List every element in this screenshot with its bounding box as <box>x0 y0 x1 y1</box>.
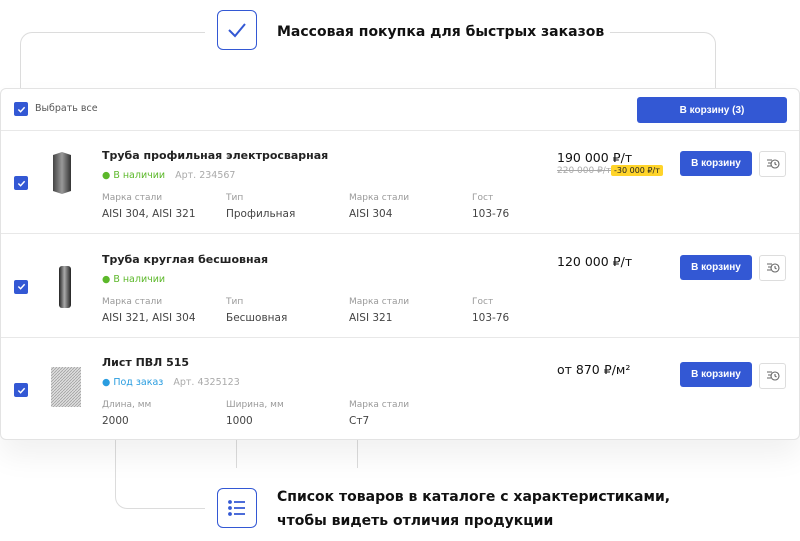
old-price: 220 000 ₽/т <box>557 166 612 176</box>
history-icon <box>766 159 780 169</box>
spec-label: Длина, мм <box>102 400 152 410</box>
article-number: Арт. 4325123 <box>173 377 240 388</box>
spec-value: AISI 321 <box>349 311 393 324</box>
select-all-checkbox[interactable] <box>14 102 28 116</box>
spec-label: Марка стали <box>349 296 410 307</box>
spec-label: Марка стали <box>102 296 163 307</box>
bottom-callout-line2: чтобы видеть отличия продукции <box>277 513 554 529</box>
product-row: Труба профильная электросварная ● В нали… <box>1 131 799 234</box>
product-title[interactable]: Лист ПВЛ 515 <box>102 356 189 369</box>
spec-label: Гост <box>472 193 494 203</box>
product-row: Труба круглая бесшовная ● В наличии Марка… <box>1 235 799 338</box>
spec-label: Тип <box>226 193 244 203</box>
product-checkbox[interactable] <box>14 176 28 190</box>
product-image[interactable] <box>58 265 72 313</box>
spec-value: Профильная <box>226 208 296 220</box>
history-icon <box>766 371 780 381</box>
product-checkbox[interactable] <box>14 279 28 294</box>
history-button[interactable] <box>759 254 786 281</box>
product-price: 190 000 ₽/т <box>557 150 633 165</box>
spec-value: 103-76 <box>472 311 510 324</box>
list-icon <box>217 488 257 528</box>
product-title[interactable]: Труба профильная электросварная <box>102 149 328 162</box>
add-to-cart-button[interactable]: В корзину <box>680 362 752 387</box>
history-button[interactable] <box>759 363 786 389</box>
spec-value: AISI 304 <box>349 208 393 220</box>
discount-badge: -30 000 ₽/т <box>611 165 663 176</box>
product-image[interactable] <box>51 152 73 198</box>
product-status: ● В наличии <box>102 273 166 285</box>
history-icon <box>766 262 780 273</box>
spec-value: 1000 <box>226 415 253 427</box>
connector-line <box>236 440 237 468</box>
spec-value: AISI 304, AISI 321 <box>102 208 196 220</box>
product-image[interactable] <box>51 367 81 411</box>
spec-label: Ширина, мм <box>226 400 284 410</box>
spec-value: Ст7 <box>349 415 370 427</box>
connector-line <box>115 440 205 509</box>
product-price: 120 000 ₽/т <box>557 253 633 269</box>
product-title[interactable]: Труба круглая бесшовная <box>102 253 268 266</box>
add-to-cart-button[interactable]: В корзину <box>680 254 752 280</box>
top-callout-text: Массовая покупка для быстрых заказов <box>277 24 605 40</box>
spec-value: 2000 <box>102 415 129 427</box>
spec-label: Гост <box>472 296 494 307</box>
connector-line <box>20 32 205 88</box>
product-status: ● В наличии Арт. 234567 <box>102 170 236 181</box>
spec-value: Бесшовная <box>226 311 288 324</box>
spec-label: Марка стали <box>349 400 410 410</box>
status-text: Под заказ <box>113 377 164 388</box>
bottom-callout-line1: Список товаров в каталоге с характеристи… <box>277 489 671 505</box>
product-checkbox[interactable] <box>14 383 28 397</box>
connector-line <box>357 440 358 468</box>
product-list-card: Выбрать все В корзину (3) Труба профильн… <box>0 88 800 440</box>
article-number: Арт. 234567 <box>175 170 236 181</box>
add-all-to-cart-button[interactable]: В корзину (3) <box>637 97 787 123</box>
product-price: от 870 ₽/м² <box>557 362 631 377</box>
spec-value: AISI 321, AISI 304 <box>102 311 196 324</box>
spec-label: Тип <box>226 296 244 307</box>
product-status: ● Под заказ Арт. 4325123 <box>102 377 240 388</box>
spec-value: 103-76 <box>472 208 510 220</box>
select-all-label: Выбрать все <box>35 103 98 114</box>
status-text: В наличии <box>113 170 166 181</box>
spec-label: Марка стали <box>102 193 163 203</box>
add-to-cart-button[interactable]: В корзину <box>680 151 752 176</box>
spec-label: Марка стали <box>349 193 410 203</box>
checkmark-icon <box>217 10 257 50</box>
connector-line <box>610 32 716 88</box>
history-button[interactable] <box>759 151 786 177</box>
product-row: Лист ПВЛ 515 ● Под заказ Арт. 4325123 Длин… <box>1 338 799 441</box>
list-header: Выбрать все В корзину (3) <box>1 89 799 131</box>
status-text: В наличии <box>113 273 166 285</box>
